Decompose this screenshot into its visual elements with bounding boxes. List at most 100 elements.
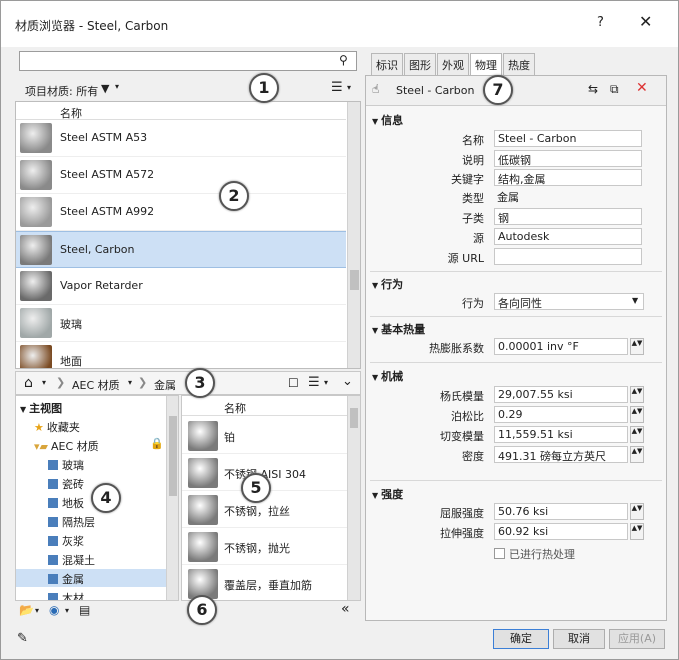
list-item[interactable]: Steel ASTM A572 — [16, 157, 346, 194]
list-view-icon[interactable]: ☰ — [331, 80, 343, 95]
filter-label[interactable]: 项目材质: 所有 — [25, 83, 98, 99]
collapse-left-icon[interactable]: « — [341, 601, 350, 617]
list-view-icon[interactable]: ☰ — [308, 375, 320, 390]
scroll-thumb[interactable] — [169, 416, 177, 496]
info-1-value[interactable]: 低碳钢 — [494, 150, 642, 167]
tab-2[interactable]: 外观 — [437, 53, 469, 75]
funnel-icon[interactable]: ▼ — [101, 82, 109, 95]
strength-1-value[interactable]: 60.92 ksi — [494, 523, 628, 540]
list-item[interactable]: 地面 — [16, 342, 346, 368]
tree-scrollbar[interactable] — [166, 396, 178, 600]
list-item[interactable]: 不锈钢，抛光 — [182, 529, 347, 565]
tree-item[interactable]: 隔热层 — [16, 512, 166, 530]
mechanical-3-value[interactable]: 491.31 磅每立方英尺 — [494, 446, 628, 463]
mechanical-0-spinner[interactable]: ▲▼ — [630, 386, 644, 403]
collapse-icon[interactable]: ▼ — [372, 281, 378, 290]
mechanical-3-spinner[interactable]: ▲▼ — [630, 446, 644, 463]
replace-asset-icon[interactable]: ⇆ — [588, 82, 598, 96]
thermal-expansion-spinner[interactable]: ▲▼ — [630, 338, 644, 355]
open-library-icon[interactable]: 📂 — [19, 603, 34, 617]
list-item[interactable]: Vapor Retarder — [16, 268, 346, 305]
collapse-icon[interactable]: ▼ — [372, 326, 378, 335]
search-input[interactable] — [19, 51, 357, 71]
mechanical-1-value[interactable]: 0.29 — [494, 406, 628, 423]
scroll-thumb[interactable] — [350, 270, 359, 290]
tree-item[interactable]: 玻璃 — [16, 455, 166, 473]
list-item[interactable]: Steel, Carbon — [16, 231, 346, 268]
tree-item[interactable]: 混凝土 — [16, 550, 166, 568]
home-dropdown-icon[interactable]: ▾ — [42, 378, 46, 387]
info-6-value[interactable] — [494, 248, 642, 265]
list-item[interactable]: 铂 — [182, 418, 347, 454]
scroll-thumb[interactable] — [350, 408, 358, 428]
tree-item[interactable]: ▾▰ AEC 材质 🔒 — [16, 436, 166, 454]
info-5-value[interactable]: Autodesk — [494, 228, 642, 245]
delete-asset-icon[interactable]: ✕ — [636, 80, 648, 96]
view-dropdown-icon[interactable]: ▾ — [347, 83, 351, 92]
tab-0[interactable]: 标识 — [371, 53, 403, 75]
collapse-icon[interactable]: ▼ — [372, 491, 378, 500]
home-icon[interactable]: ⌂ — [24, 375, 33, 391]
cancel-button[interactable]: 取消 — [553, 629, 605, 649]
breadcrumb-item-aec[interactable]: AEC 材质 — [72, 377, 120, 393]
window-title: 材质浏览器 - Steel, Carbon — [15, 19, 169, 33]
name-column-header[interactable]: 名称 — [60, 105, 82, 121]
breadcrumb-item-metal[interactable]: 金属 — [154, 377, 176, 393]
info-2-value[interactable]: 结构,金属 — [494, 169, 642, 186]
expand-icon[interactable]: ▼ — [20, 405, 26, 414]
strength-0-spinner[interactable]: ▲▼ — [630, 503, 644, 520]
settings-icon[interactable]: ✎ — [17, 631, 28, 646]
tree-item[interactable]: 灰浆 — [16, 531, 166, 549]
filter-dropdown-icon[interactable]: ▾ — [115, 82, 119, 91]
tree-item[interactable]: 瓷砖 — [16, 474, 166, 492]
section-strength[interactable]: ▼ 强度 — [372, 486, 403, 502]
help-button[interactable]: ? — [597, 15, 604, 30]
mechanical-1-spinner[interactable]: ▲▼ — [630, 406, 644, 423]
behavior-dropdown-icon[interactable]: ▼ — [632, 296, 638, 305]
asset-editor-icon[interactable]: ▤ — [79, 603, 90, 617]
ok-button[interactable]: 确定 — [493, 629, 549, 649]
strength-1-spinner[interactable]: ▲▼ — [630, 523, 644, 540]
tree-item-label: 木材 — [62, 592, 84, 601]
tree-item[interactable]: ★ 收藏夹 — [16, 417, 166, 435]
collapse-icon[interactable]: ⌄ — [342, 374, 353, 389]
heat-treated-checkbox[interactable]: 已进行热处理 — [494, 546, 575, 562]
create-material-icon[interactable]: ◉ — [49, 603, 59, 617]
close-button[interactable]: ✕ — [639, 12, 652, 31]
thermal-expansion-value[interactable]: 0.00001 inv °F — [494, 338, 628, 355]
tab-1[interactable]: 图形 — [404, 53, 436, 75]
view-dropdown-icon[interactable]: ▾ — [324, 378, 328, 387]
tree-item[interactable]: 金属 — [16, 569, 166, 587]
list-item[interactable]: 玻璃 — [16, 305, 346, 342]
materials-scrollbar[interactable] — [347, 396, 360, 600]
panel-toggle-icon[interactable]: ☐ — [288, 376, 299, 390]
list-scrollbar[interactable] — [347, 102, 360, 368]
tab-4[interactable]: 热度 — [503, 53, 535, 75]
section-mechanical[interactable]: ▼ 机械 — [372, 368, 403, 384]
library-dropdown-icon[interactable]: ▾ — [35, 606, 39, 615]
section-thermal[interactable]: ▼ 基本热量 — [372, 321, 425, 337]
info-4-value[interactable]: 钢 — [494, 208, 642, 225]
mechanical-2-value[interactable]: 11,559.51 ksi — [494, 426, 628, 443]
tree-item[interactable]: 木材 — [16, 588, 166, 601]
checkbox-box[interactable] — [494, 548, 505, 559]
section-behavior[interactable]: ▼ 行为 — [372, 276, 403, 292]
tab-3[interactable]: 物理 — [470, 53, 502, 76]
mechanical-0-value[interactable]: 29,007.55 ksi — [494, 386, 628, 403]
tree-item[interactable]: ▼ 主视图 — [16, 398, 166, 416]
search-icon[interactable]: ⚲ — [339, 53, 348, 67]
list-item[interactable]: Steel ASTM A53 — [16, 120, 346, 157]
name-column-header[interactable]: 名称 — [224, 400, 246, 416]
info-0-value[interactable]: Steel - Carbon — [494, 130, 642, 147]
duplicate-asset-icon[interactable]: ⧉ — [610, 82, 619, 97]
collapse-icon[interactable]: ▼ — [372, 117, 378, 126]
list-item[interactable]: Steel ASTM A992 — [16, 194, 346, 231]
create-dropdown-icon[interactable]: ▾ — [65, 606, 69, 615]
strength-0-value[interactable]: 50.76 ksi — [494, 503, 628, 520]
breadcrumb-dropdown-icon[interactable]: ▾ — [128, 378, 132, 387]
mechanical-2-spinner[interactable]: ▲▼ — [630, 426, 644, 443]
section-info[interactable]: ▼ 信息 — [372, 112, 403, 128]
apply-button[interactable]: 应用(A) — [609, 629, 665, 649]
behavior-value[interactable]: 各向同性 — [494, 293, 644, 310]
collapse-icon[interactable]: ▼ — [372, 373, 378, 382]
